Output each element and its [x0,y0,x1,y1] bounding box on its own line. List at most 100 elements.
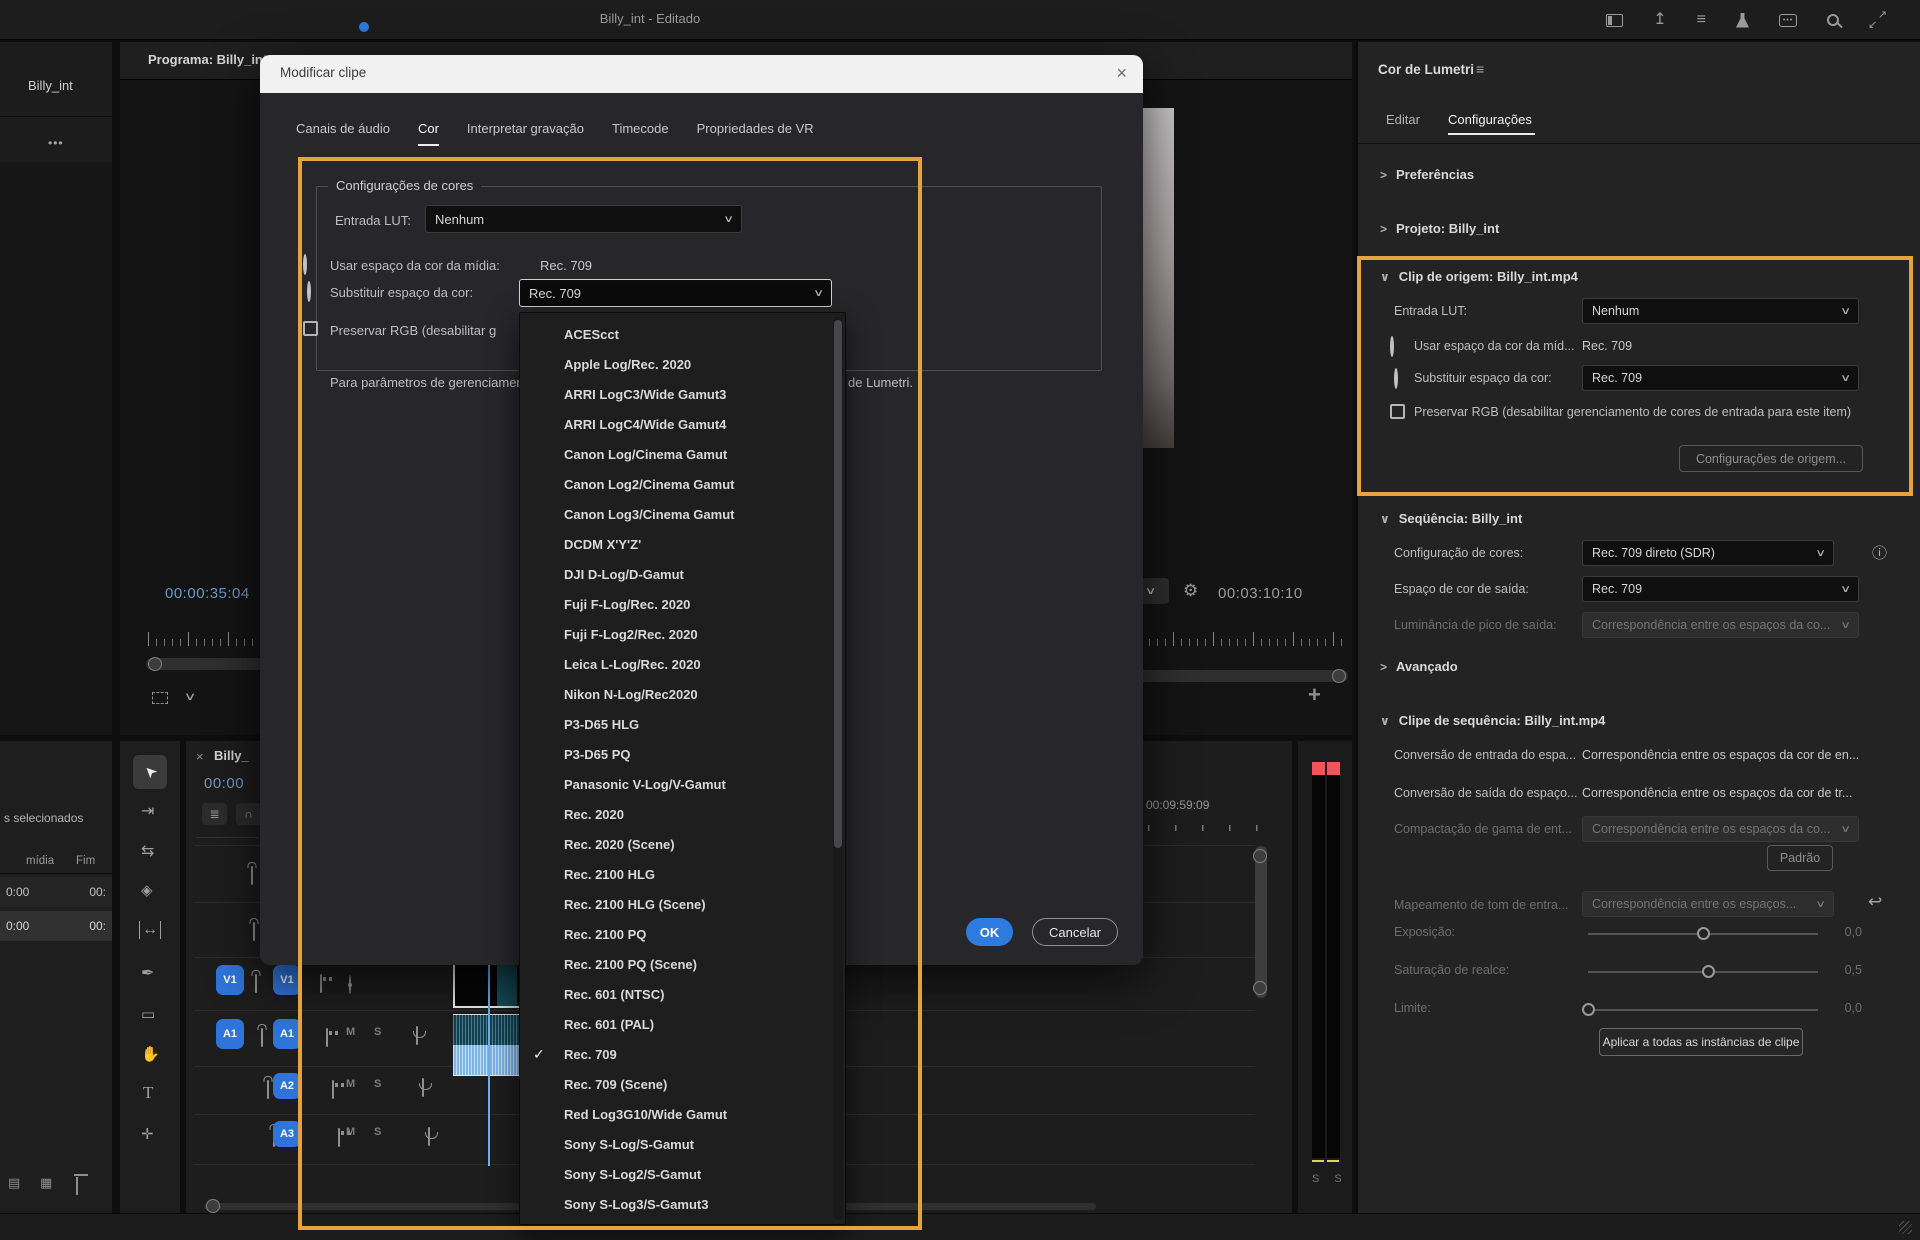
apply-all-instances-button[interactable]: Aplicar a todas as instâncias de clipe [1599,1028,1803,1056]
table-row[interactable]: 0:00 00: [0,877,112,907]
threshold-value[interactable]: 0,0 [1828,1001,1862,1015]
option-panasonic-vlog[interactable]: Panasonic V-Log/V-Gamut [520,769,845,799]
info-icon[interactable]: ⓘ [1872,542,1887,563]
override-colorspace-radio[interactable] [1394,368,1398,389]
lock-icon[interactable] [251,866,253,885]
rectangle-tool[interactable]: ▭ [141,1005,155,1023]
lut-dropdown[interactable]: Nenhum∨ [1582,298,1859,324]
track-select-forward-tool[interactable]: ⇥ [141,801,154,821]
resize-grip[interactable] [1899,1221,1912,1234]
option-sony-slog2[interactable]: Sony S-Log2/S-Gamut [520,1159,845,1189]
option-rec601-ntsc[interactable]: Rec. 601 (NTSC) [520,979,845,1009]
override-colorspace-dropdown[interactable]: Rec. 709∨ [519,279,832,307]
option-p3-d65-pq[interactable]: P3-D65 PQ [520,739,845,769]
close-icon[interactable]: × [196,749,204,764]
timeline-settings-button[interactable]: ≣ [202,803,227,825]
exposure-slider-knob[interactable] [1697,927,1710,940]
lut-dropdown[interactable]: Nenhum∨ [425,205,742,233]
output-space-dropdown[interactable]: Rec. 709∨ [1582,576,1859,602]
workspace-icon[interactable] [1606,14,1623,27]
pen-tool[interactable]: ✒ [141,963,154,983]
timeline-ruler-ticks[interactable] [1148,821,1260,831]
close-icon[interactable]: × [1116,63,1127,84]
tab-sequence[interactable]: Billy_ [214,748,249,763]
tab-editar[interactable]: Editar [1386,112,1420,127]
program-timecode-duration[interactable]: 00:03:10:10 [1218,585,1303,602]
slip-tool[interactable]: ↔ [139,921,161,939]
voiceover-record-icon[interactable] [416,1026,418,1045]
option-sony-slog3[interactable]: Sony S-Log3/S-Gamut3 [520,1189,845,1219]
default-button[interactable]: Padrão [1767,845,1833,871]
solo-button[interactable]: S [374,1078,381,1090]
highlight-saturation-slider-knob[interactable] [1702,965,1715,978]
stacked-panels-icon[interactable]: ≡ [1697,12,1706,28]
track-target-a1[interactable]: A1 [273,1019,301,1049]
section-sequence-clip[interactable]: ∨Clipe de sequência: Billy_int.mp4 [1380,712,1605,730]
option-rec709-scene[interactable]: Rec. 709 (Scene) [520,1069,845,1099]
hand-tool[interactable]: ✋ [141,1045,160,1063]
section-source-clip[interactable]: ∨Clip de origem: Billy_int.mp4 [1380,268,1578,286]
mute-button[interactable]: M [346,1078,355,1090]
vscrollbar-knob-bottom[interactable] [1253,981,1267,995]
option-arri-logc3[interactable]: ARRI LogC3/Wide Gamut3 [520,379,845,409]
tab-audio-channels[interactable]: Canais de áudio [296,121,390,146]
mute-button[interactable]: M [346,1026,355,1038]
icon-view-icon[interactable]: ▦ [40,1175,52,1191]
track-target-v1[interactable]: V1 [273,965,301,995]
solo-button[interactable]: S [374,1126,381,1138]
program-ruler-right[interactable] [1133,630,1343,646]
threshold-slider-knob[interactable] [1582,1003,1595,1016]
highlight-saturation-value[interactable]: 0,5 [1828,963,1862,977]
dialog-titlebar[interactable]: Modificar clipe [260,55,1143,93]
source-patch-v1[interactable]: V1 [216,965,244,995]
transform-tool[interactable]: ✛ [141,1125,154,1143]
option-dji-dlog[interactable]: DJI D-Log/D-Gamut [520,559,845,589]
option-sony-slog[interactable]: Sony S-Log/S-Gamut [520,1129,845,1159]
preserve-rgb-checkbox[interactable] [1390,404,1405,419]
scrollbar-knob[interactable] [1332,669,1346,683]
option-arri-logc4[interactable]: ARRI LogC4/Wide Gamut4 [520,409,845,439]
panel-menu-icon[interactable]: ≡ [1476,61,1484,77]
option-rec2020[interactable]: Rec. 2020 [520,799,845,829]
export-icon[interactable]: ↥ [1653,12,1666,28]
option-acescct[interactable]: ACEScct [520,319,845,349]
option-rec2100-pq-scene[interactable]: Rec. 2100 PQ (Scene) [520,949,845,979]
option-apple-log[interactable]: Apple Log/Rec. 2020 [520,349,845,379]
option-fuji-flog[interactable]: Fuji F-Log/Rec. 2020 [520,589,845,619]
option-rec2020-scene[interactable]: Rec. 2020 (Scene) [520,829,845,859]
program-ruler-left[interactable] [148,630,272,646]
timeline-timecode[interactable]: 00:00 [204,775,244,792]
source-settings-button[interactable]: Configurações de origem... [1679,445,1863,472]
section-advanced[interactable]: >Avançado [1380,658,1458,676]
tab-interpret-footage[interactable]: Interpretar gravação [467,121,584,146]
tab-configuracoes[interactable]: Configurações [1448,112,1532,127]
lock-icon[interactable] [267,1080,269,1099]
snap-button[interactable]: ∩ [236,803,261,825]
option-canon-log3[interactable]: Canon Log3/Cinema Gamut [520,499,845,529]
column-header-end[interactable]: Fim [76,855,95,867]
scrollbar-knob[interactable] [148,657,162,671]
option-red-log3g10[interactable]: Red Log3G10/Wide Gamut [520,1099,845,1129]
section-preferences[interactable]: >Preferências [1380,166,1474,184]
playhead[interactable] [488,956,490,1166]
voiceover-record-icon[interactable] [422,1078,424,1097]
override-colorspace-radio[interactable] [307,281,311,302]
option-rec2100-pq[interactable]: Rec. 2100 PQ [520,919,845,949]
option-rec709-selected[interactable]: ✓Rec. 709 [520,1039,845,1069]
option-canon-log2[interactable]: Canon Log2/Cinema Gamut [520,469,845,499]
option-nikon-nlog[interactable]: Nikon N-Log/Rec2020 [520,679,845,709]
option-canon-log[interactable]: Canon Log/Cinema Gamut [520,439,845,469]
program-scrollbar-left[interactable] [146,658,272,670]
option-p3-d65-hlg[interactable]: P3-D65 HLG [520,709,845,739]
option-rec2100-hlg-scene[interactable]: Rec. 2100 HLG (Scene) [520,889,845,919]
add-button-icon[interactable]: + [1308,682,1321,708]
preserve-rgb-checkbox[interactable] [303,321,318,336]
hscrollbar-knob[interactable] [206,1199,220,1213]
selection-tool[interactable]: ➤ [133,755,167,789]
meter-solo-labels[interactable]: S S [1312,1173,1348,1185]
program-scrollbar-right[interactable] [1133,670,1348,682]
override-colorspace-dropdown[interactable]: Rec. 709∨ [1582,365,1859,391]
reset-icon[interactable]: ↩ [1868,892,1882,912]
exposure-value[interactable]: 0,0 [1828,925,1862,939]
use-media-colorspace-radio[interactable] [303,254,307,275]
